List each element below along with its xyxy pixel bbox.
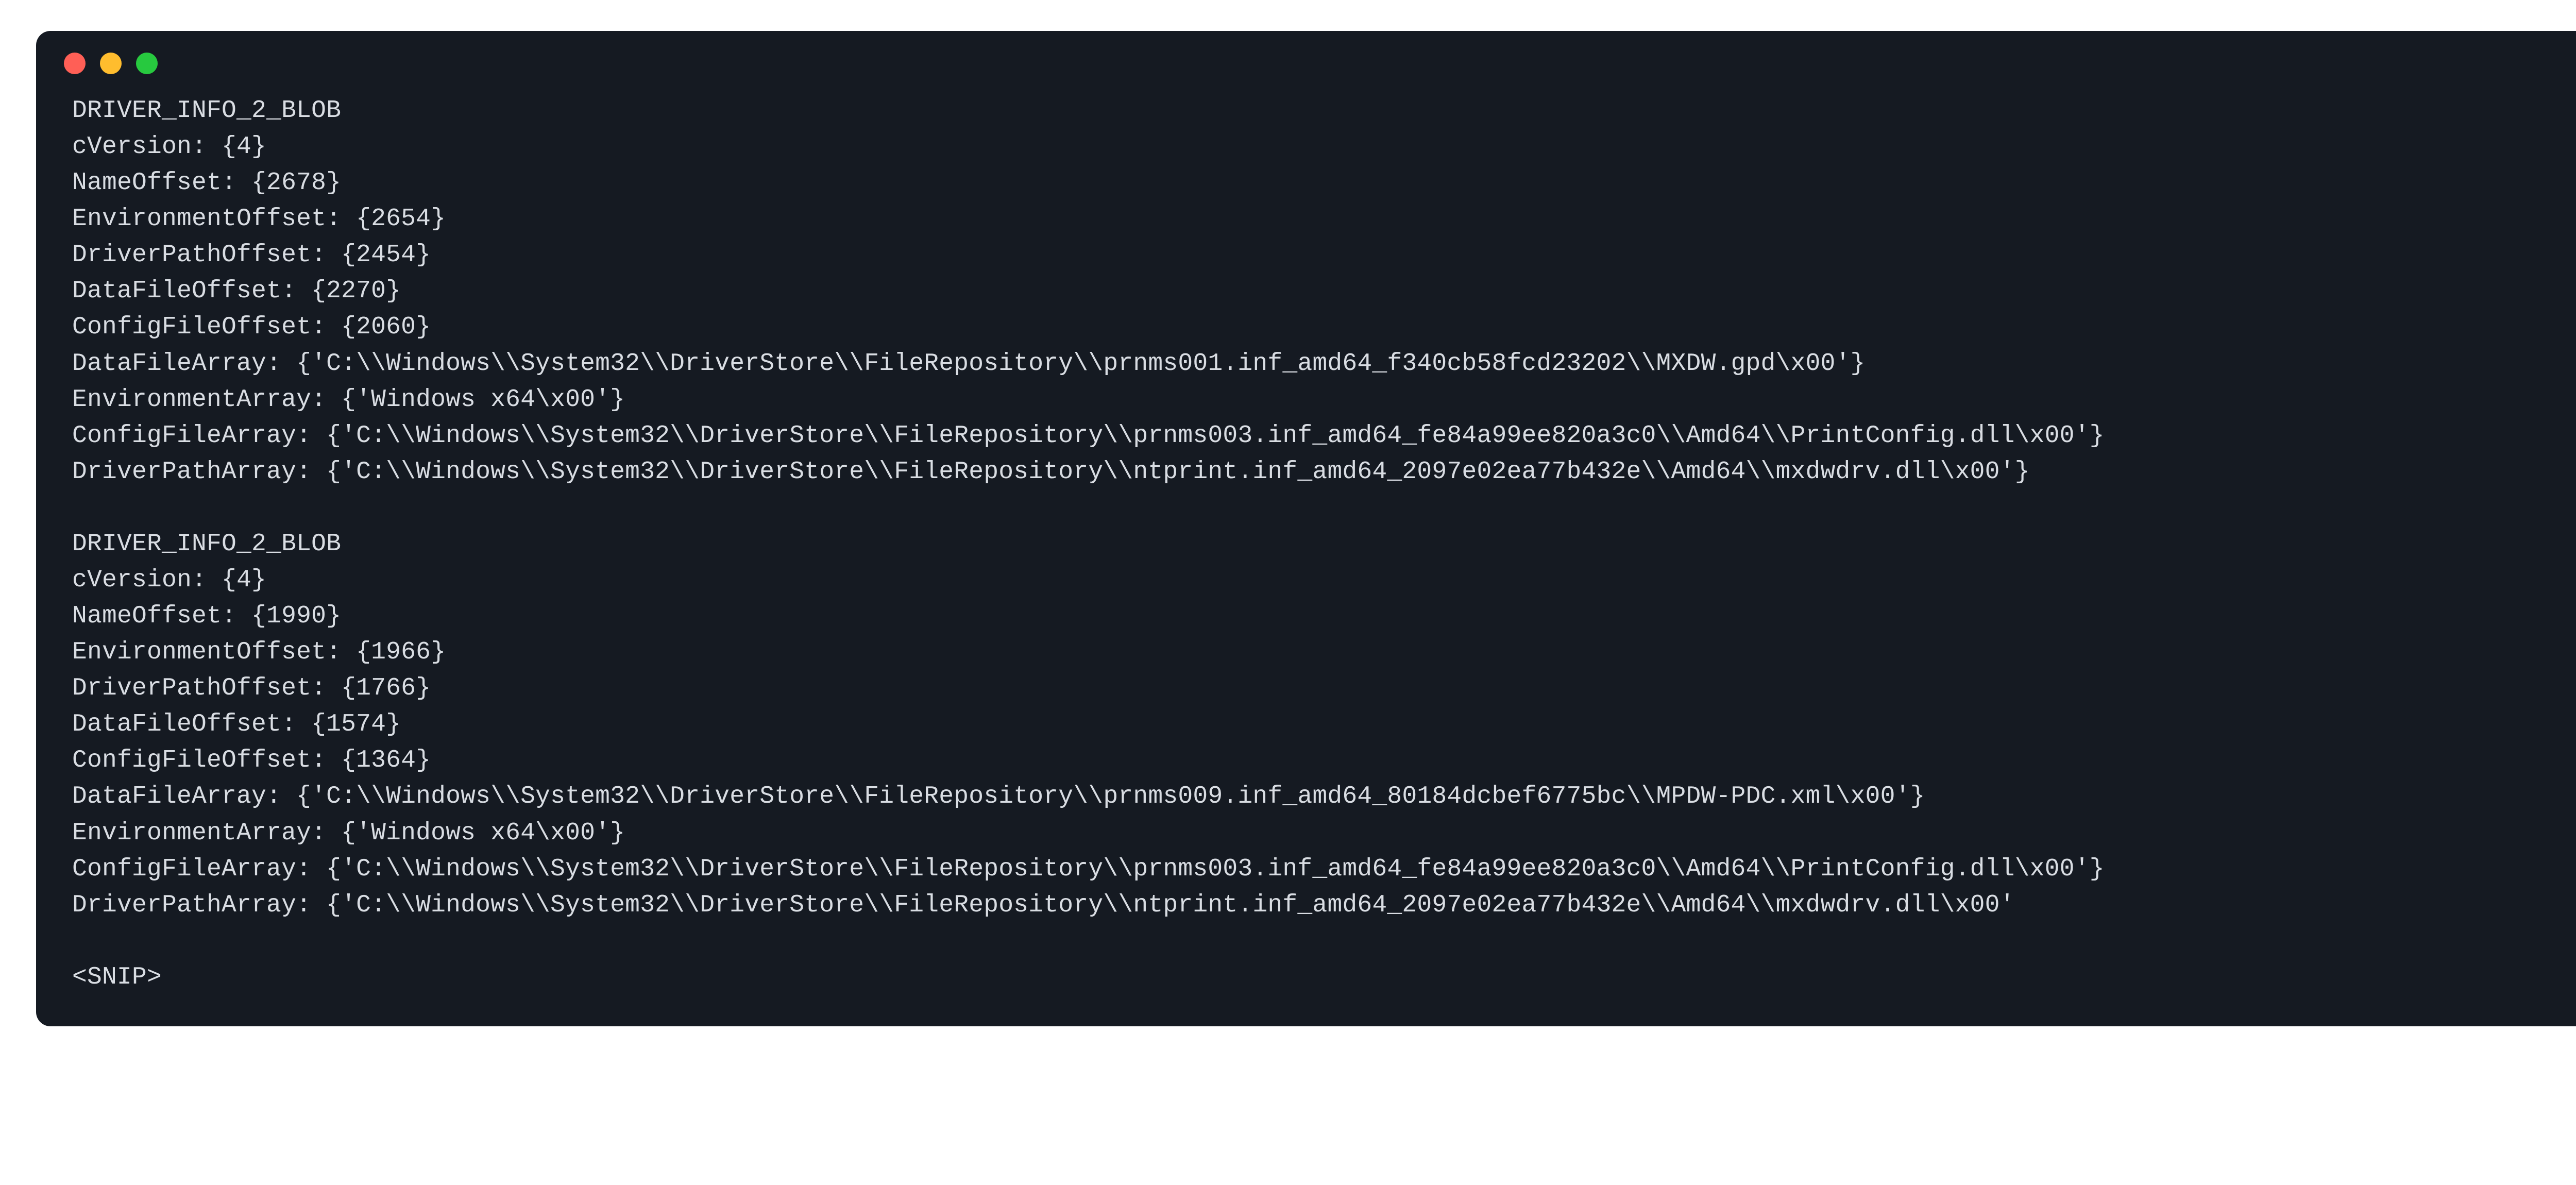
terminal-window: DRIVER_INFO_2_BLOB cVersion: {4} NameOff…: [36, 31, 2576, 1026]
terminal-content: DRIVER_INFO_2_BLOB cVersion: {4} NameOff…: [36, 79, 2576, 1026]
minimize-icon[interactable]: [100, 53, 122, 74]
zoom-icon[interactable]: [136, 53, 158, 74]
window-titlebar: [36, 31, 2576, 79]
close-icon[interactable]: [64, 53, 86, 74]
terminal-output: DRIVER_INFO_2_BLOB cVersion: {4} NameOff…: [72, 93, 2566, 995]
